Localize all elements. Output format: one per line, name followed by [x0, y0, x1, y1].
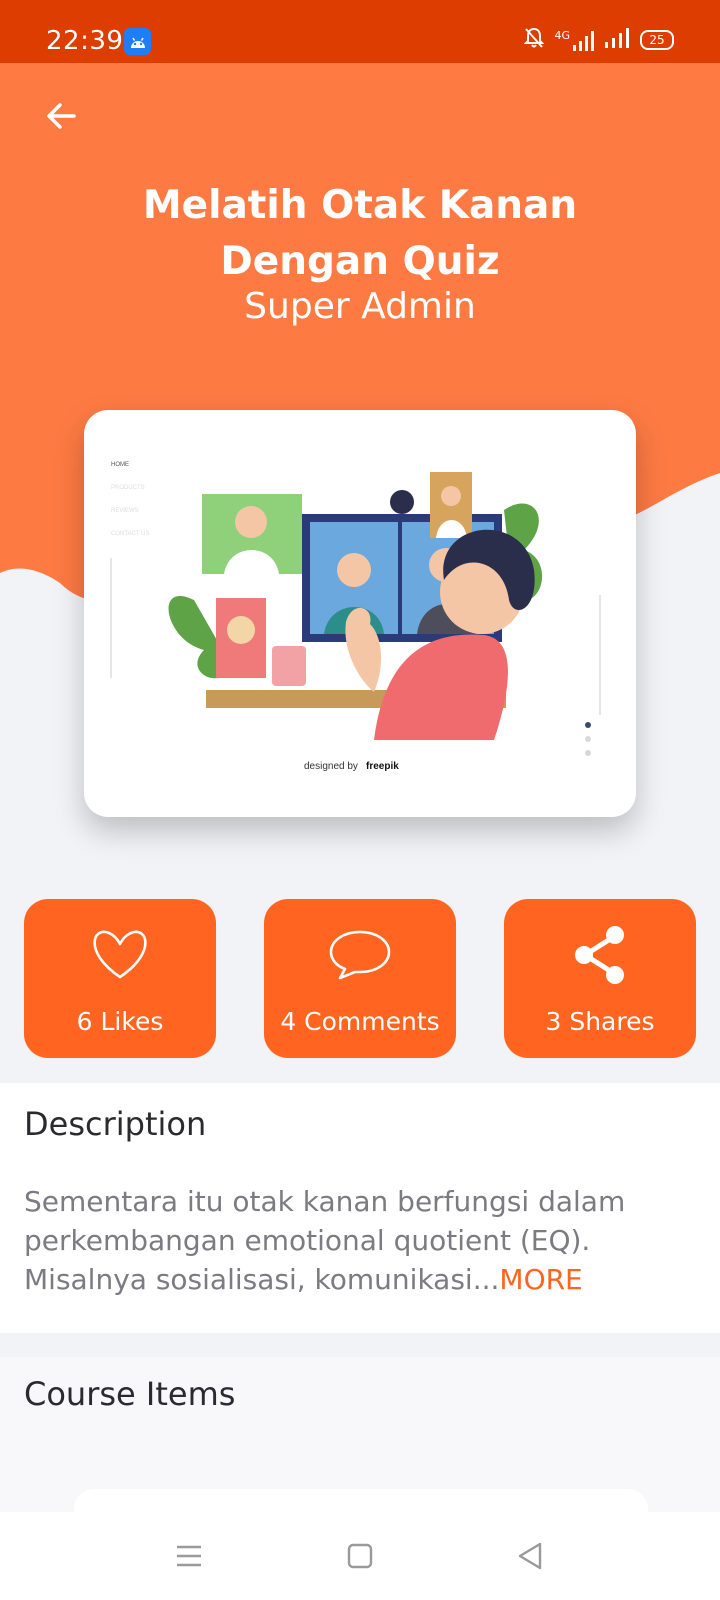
android-app-icon [124, 28, 151, 55]
status-icons: 4G 25 [524, 27, 674, 53]
signal-icon: 4G [554, 29, 594, 51]
nav-back-button[interactable] [502, 1532, 558, 1580]
description-section: Description Sementara itu otak kanan ber… [0, 1083, 720, 1333]
notifications-off-icon [524, 27, 545, 53]
comments-count: 4 Comments [280, 1007, 440, 1036]
course-items-section: Course Items [0, 1357, 720, 1529]
signal-icon-2 [604, 28, 630, 52]
status-time: 22:39 [46, 26, 124, 56]
shares-button[interactable]: 3 Shares [504, 899, 696, 1058]
illustration-nav-home: HOME [111, 462, 129, 468]
recent-apps-button[interactable] [161, 1532, 217, 1580]
triangle-back-icon [518, 1542, 542, 1570]
course-items-heading: Course Items [24, 1375, 236, 1413]
shares-count: 3 Shares [545, 1007, 655, 1036]
menu-icon [177, 1545, 201, 1567]
square-icon [347, 1543, 373, 1569]
likes-count: 6 Likes [76, 1007, 164, 1036]
system-navigation-bar [0, 1512, 720, 1600]
network-type: 4G [554, 29, 570, 42]
video-call-illustration: HOME PRODUCTS REVIEWS CONTACT US designe… [110, 462, 601, 772]
chat-bubble-icon [264, 921, 456, 989]
arrow-left-icon [47, 103, 76, 129]
image-credit-brand: freepik [366, 761, 399, 772]
comments-button[interactable]: 4 Comments [264, 899, 456, 1058]
home-button[interactable] [332, 1532, 388, 1580]
illustration-nav-contact: CONTACT US [111, 531, 149, 537]
course-image: HOME PRODUCTS REVIEWS CONTACT US designe… [84, 410, 636, 817]
battery-icon: 25 [640, 30, 674, 50]
heart-icon [24, 921, 216, 989]
description-heading: Description [24, 1105, 207, 1143]
image-credit: designed by [304, 761, 358, 772]
status-bar: 22:39 4G 25 [0, 0, 720, 63]
more-link[interactable]: MORE [499, 1263, 582, 1296]
share-icon [504, 921, 696, 989]
author-name: Super Admin [244, 286, 476, 327]
back-button[interactable] [42, 96, 82, 136]
stats-row: 6 Likes 4 Comments 3 Shares [24, 899, 696, 1058]
description-text: Sementara itu otak kanan berfungsi dalam… [24, 1182, 694, 1299]
course-title: Melatih Otak Kanan Dengan Quiz [142, 183, 578, 284]
likes-button[interactable]: 6 Likes [24, 899, 216, 1058]
illustration-nav-reviews: REVIEWS [111, 508, 139, 514]
illustration-nav-products: PRODUCTS [111, 485, 145, 491]
